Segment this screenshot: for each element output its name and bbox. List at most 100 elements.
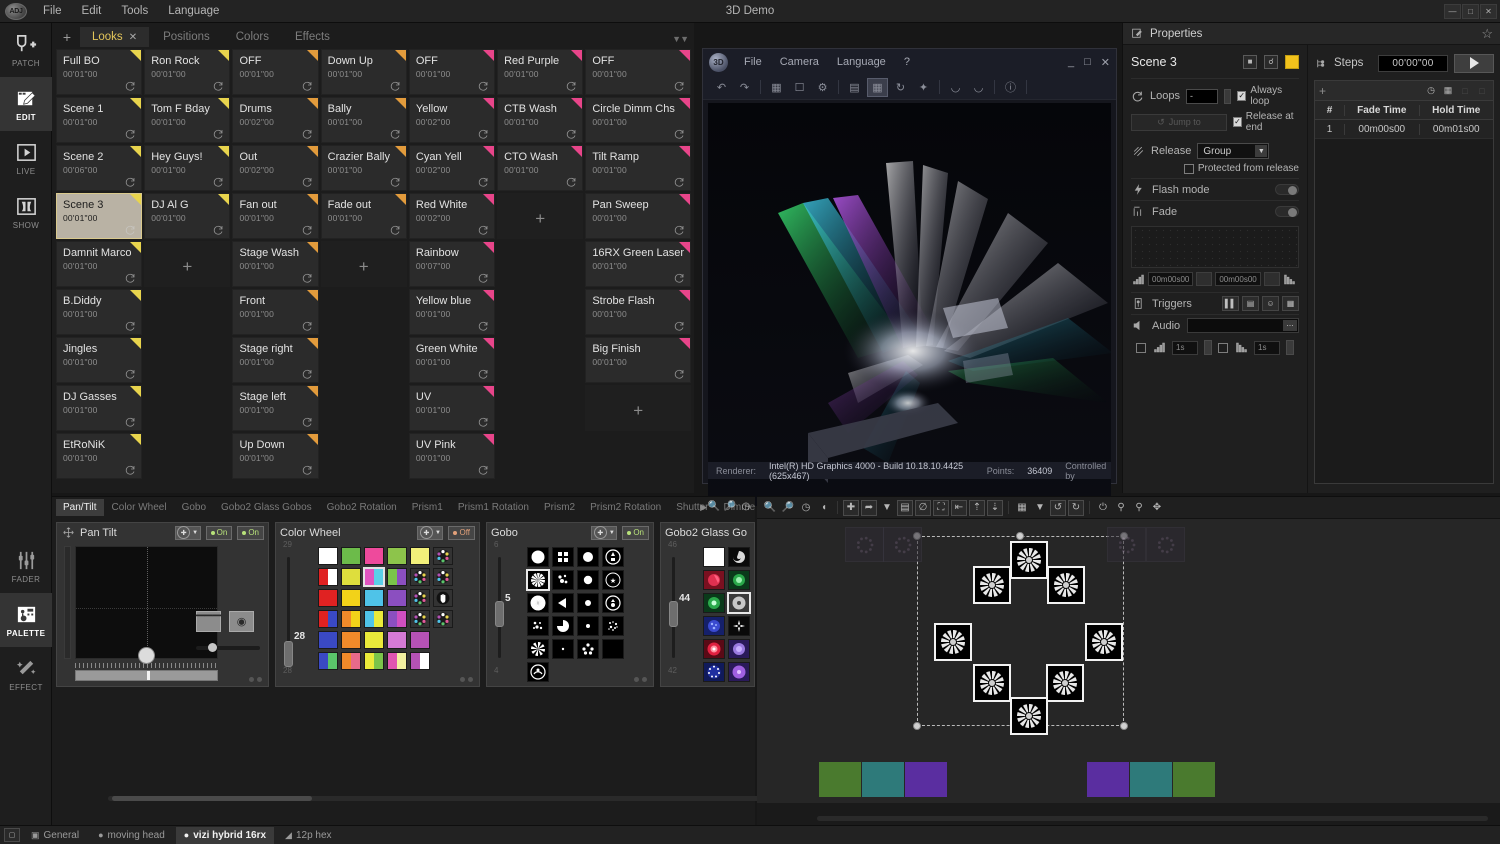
selection-handle[interactable] <box>913 722 921 730</box>
color-swatch[interactable] <box>387 610 407 628</box>
rail-item-edit[interactable]: EDIT <box>0 77 52 131</box>
color-swatch[interactable] <box>433 547 453 565</box>
look-cell[interactable]: Stage left00'01"00 <box>232 385 318 431</box>
gobo-page-dots[interactable] <box>634 677 647 682</box>
look-cell[interactable]: Yellow blue00'01"00 <box>409 289 495 335</box>
color-swatch[interactable] <box>364 589 384 607</box>
color-wheel-toggle-button[interactable]: Off <box>448 526 475 540</box>
stage-fixture[interactable] <box>1010 541 1048 579</box>
loops-value[interactable]: - <box>1186 89 1218 104</box>
gobo-swatch[interactable] <box>602 616 624 636</box>
fixture-select-icon[interactable]: ✚▼ <box>591 526 617 540</box>
fade-curve-graph[interactable] <box>1131 226 1299 268</box>
color-swatch[interactable] <box>318 631 338 649</box>
gobo-swatch[interactable] <box>527 616 549 636</box>
add-step-button[interactable]: + <box>1319 84 1326 98</box>
loop-icon[interactable] <box>389 79 401 91</box>
center-icon[interactable]: ✥ <box>1149 500 1165 516</box>
gobo-swatch[interactable] <box>527 639 549 659</box>
stage-par-fixture[interactable] <box>1173 762 1215 797</box>
loop-icon[interactable] <box>477 175 489 187</box>
loop-icon[interactable] <box>477 79 489 91</box>
minimize-button[interactable]: — <box>1444 4 1461 19</box>
table-row[interactable]: 1 00m00s00 00m01s00 <box>1315 120 1493 139</box>
viewer3d-close-button[interactable]: ✕ <box>1101 56 1110 69</box>
stage-icon[interactable]: ☐ <box>789 78 810 97</box>
look-cell[interactable]: EtRoNiK00'01"00 <box>56 433 142 479</box>
palette-tab-prism2-rotation[interactable]: Prism2 Rotation <box>583 499 668 516</box>
audio-in-stepper[interactable] <box>1204 340 1212 355</box>
look-cell[interactable]: Drums00'02"00 <box>232 97 318 143</box>
zoom-out-icon[interactable]: 🔎 <box>780 500 796 516</box>
gobo-swatch[interactable] <box>577 547 599 567</box>
fixture-select-icon[interactable]: ✚▼ <box>417 526 443 540</box>
viewer3d-maximize-button[interactable]: □ <box>1084 56 1091 68</box>
gobo2-swatch[interactable] <box>728 547 750 567</box>
look-cell[interactable]: Fade out00'01"00 <box>321 193 407 239</box>
redo-icon[interactable]: ↷ <box>734 78 755 97</box>
viewer3d-menu-help[interactable]: ? <box>895 54 919 70</box>
gobo-swatch[interactable] <box>527 570 549 590</box>
audio-out-stepper[interactable] <box>1286 340 1294 355</box>
rail-item-palette[interactable]: PALETTE <box>0 593 52 647</box>
audio-out-checkbox[interactable]: ✓ <box>1218 343 1228 353</box>
palette-tab-prism1[interactable]: Prism1 <box>405 499 450 516</box>
select-icon[interactable]: ➦ <box>861 500 877 516</box>
stage-fixture[interactable] <box>1085 623 1123 661</box>
reset-icon[interactable]: ◷ <box>739 499 753 513</box>
look-cell[interactable]: Strobe Flash00'01"00 <box>585 289 691 335</box>
gobo2-swatch[interactable] <box>703 639 725 659</box>
gobo2-swatch[interactable] <box>728 570 750 590</box>
tab-positions[interactable]: Positions <box>151 27 222 47</box>
color-swatch[interactable] <box>410 547 430 565</box>
rotate-cw-icon[interactable]: ↻ <box>1068 500 1084 516</box>
zoom-in-icon[interactable]: 🔍 <box>762 500 778 516</box>
color-swatch[interactable] <box>341 547 361 565</box>
color-swatch[interactable] <box>364 547 384 565</box>
release-at-end-checkbox[interactable]: ✓ Release at end <box>1233 111 1299 133</box>
loop-icon[interactable] <box>124 367 136 379</box>
loop-icon[interactable] <box>124 175 136 187</box>
gobo-slider[interactable]: 6 4 <box>495 549 504 666</box>
power-icon[interactable]: ⏻ <box>1095 500 1111 516</box>
scene-stop-icon[interactable]: ■ <box>1243 55 1257 69</box>
dmx-icon[interactable]: ▦ <box>1282 296 1299 311</box>
look-cell[interactable]: Full BO00'01"00 <box>56 49 142 95</box>
look-cell[interactable]: Bally00'01"00 <box>321 97 407 143</box>
zoom-fit-icon[interactable]: ◖ <box>816 500 832 516</box>
look-cell[interactable]: DJ Al G00'01"00 <box>144 193 230 239</box>
stage-par-fixture[interactable] <box>862 762 904 797</box>
circle-select-icon[interactable]: ∅ <box>915 500 931 516</box>
stage-fixture-inactive[interactable] <box>1107 527 1146 562</box>
grid-icon[interactable]: ▤ <box>844 78 865 97</box>
gobo2-swatch[interactable] <box>703 616 725 636</box>
loop-icon[interactable] <box>389 175 401 187</box>
add-look-button[interactable]: + <box>321 241 407 287</box>
palette-hscrollbar[interactable] <box>108 796 798 801</box>
viewer3d-menu-camera[interactable]: Camera <box>771 54 828 70</box>
loop-icon[interactable] <box>673 175 685 187</box>
loop-icon[interactable] <box>301 415 313 427</box>
look-cell[interactable]: UV Pink00'01"00 <box>409 433 495 479</box>
look-cell[interactable]: Front00'01"00 <box>232 289 318 335</box>
loop-icon[interactable] <box>565 127 577 139</box>
tabs-scroll-right-icon[interactable]: ▶ <box>700 502 707 513</box>
look-cell[interactable]: OFF00'01"00 <box>585 49 691 95</box>
midi-icon[interactable]: ▌▌ <box>1222 296 1239 311</box>
zoom-reset-icon[interactable]: ◷ <box>798 500 814 516</box>
menu-edit[interactable]: Edit <box>72 2 112 20</box>
protected-from-release-checkbox[interactable]: ✓ Protected from release <box>1184 163 1299 174</box>
step-fade-time[interactable]: 00m00s00 <box>1345 124 1420 135</box>
loop-icon[interactable] <box>673 319 685 331</box>
layout-icon[interactable]: ▦ <box>766 78 787 97</box>
color-swatch[interactable] <box>387 589 407 607</box>
jump-to-button[interactable]: ↺ Jump to <box>1131 114 1227 131</box>
gobo2-swatch[interactable] <box>728 662 750 682</box>
center-button[interactable]: ◉ <box>229 611 254 632</box>
color-swatch[interactable] <box>387 652 407 670</box>
copy-icon[interactable]: ▦ <box>1441 84 1455 98</box>
gobo-swatch[interactable] <box>602 639 624 659</box>
color-swatch[interactable] <box>433 589 453 607</box>
stage-par-fixture[interactable] <box>819 762 861 797</box>
pan-tilt-pad[interactable] <box>75 546 218 659</box>
